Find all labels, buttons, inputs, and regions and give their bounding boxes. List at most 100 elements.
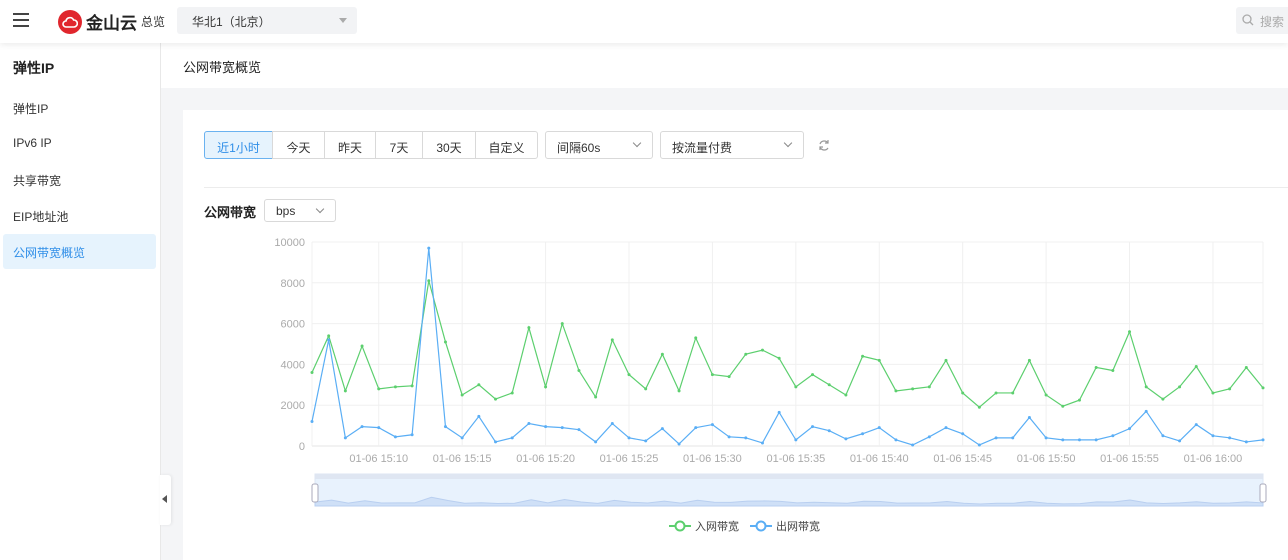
data-point	[1027, 415, 1031, 419]
data-point	[410, 433, 414, 437]
data-point	[610, 422, 614, 426]
cloud-logo-icon	[58, 9, 82, 34]
data-point	[477, 414, 481, 418]
x-tick-label: 01-06 15:30	[683, 453, 742, 465]
data-point	[944, 426, 948, 430]
series-line-in	[311, 280, 1264, 409]
data-point	[510, 436, 514, 440]
data-point	[727, 435, 731, 439]
data-point	[360, 425, 364, 429]
data-point	[1077, 398, 1081, 402]
data-point	[477, 383, 481, 387]
data-point	[694, 336, 698, 340]
data-point	[527, 326, 531, 330]
zoom-slider-handle[interactable]	[311, 483, 319, 503]
data-point	[794, 438, 798, 442]
data-point	[861, 354, 865, 358]
region-value: 华北1（北京）	[192, 15, 271, 29]
data-point	[1261, 386, 1265, 390]
data-point	[1144, 409, 1148, 413]
data-point	[494, 440, 498, 444]
search-input[interactable]: 搜索	[1236, 7, 1288, 34]
data-point	[977, 405, 981, 409]
data-point	[460, 393, 464, 397]
data-point	[677, 389, 681, 393]
data-point	[660, 352, 664, 356]
brand-name: 金山云	[86, 14, 137, 33]
data-point	[560, 426, 564, 430]
data-point	[811, 425, 815, 429]
legend-in[interactable]: 入网带宽	[669, 518, 739, 534]
data-point	[427, 246, 431, 250]
data-point	[677, 442, 681, 446]
data-point	[594, 440, 598, 444]
data-point	[1194, 364, 1198, 368]
data-point	[660, 427, 664, 431]
data-point	[1111, 434, 1115, 438]
menu-icon[interactable]	[13, 13, 29, 27]
data-point	[1228, 436, 1232, 440]
logo[interactable]: 金山云	[58, 9, 137, 34]
region-select[interactable]: 华北1（北京）	[177, 7, 357, 34]
data-point	[427, 279, 431, 283]
data-point	[577, 428, 581, 432]
x-tick-label: 01-06 15:15	[433, 453, 492, 465]
x-tick-label: 01-06 15:55	[1100, 453, 1159, 465]
data-point	[494, 397, 498, 401]
data-point	[1144, 385, 1148, 389]
data-point	[877, 358, 881, 362]
data-point	[710, 423, 714, 427]
data-point	[744, 436, 748, 440]
data-point	[827, 383, 831, 387]
data-point	[1211, 391, 1215, 395]
data-point	[911, 443, 915, 447]
data-point	[1111, 369, 1115, 373]
y-tick-label: 8000	[281, 278, 305, 290]
data-point	[560, 322, 564, 326]
data-point	[894, 389, 898, 393]
data-point	[627, 436, 631, 440]
overview-link[interactable]: 总览	[141, 13, 165, 30]
data-point	[1044, 393, 1048, 397]
data-point	[944, 358, 948, 362]
data-point	[327, 338, 331, 342]
data-point	[1244, 365, 1248, 369]
data-point	[327, 334, 331, 338]
data-point	[861, 432, 865, 436]
y-tick-label: 0	[299, 441, 305, 453]
series-line-out	[311, 248, 1264, 446]
data-point	[310, 371, 314, 375]
caret-down-icon	[339, 18, 347, 27]
bandwidth-chart: 0 2000 4000 6000 8000 10000 01-06 15:10 01-06 1…	[274, 237, 1267, 507]
y-tick-label: 6000	[281, 319, 305, 331]
data-point	[760, 441, 764, 445]
legend-out[interactable]: 出网带宽	[750, 518, 820, 534]
data-point	[1244, 440, 1248, 444]
data-point	[710, 373, 714, 377]
data-point	[377, 426, 381, 430]
data-point	[343, 389, 347, 393]
data-point	[1011, 436, 1015, 440]
data-point	[443, 425, 447, 429]
data-point	[777, 410, 781, 414]
y-tick-label: 10000	[274, 237, 305, 249]
y-tick-label: 2000	[281, 400, 305, 412]
y-tick-label: 4000	[281, 359, 305, 371]
data-point	[794, 385, 798, 389]
x-tick-label: 01-06 16:00	[1184, 453, 1243, 465]
data-point	[1011, 391, 1015, 395]
data-point	[1161, 397, 1165, 401]
x-tick-label: 01-06 15:25	[600, 453, 659, 465]
data-point	[827, 429, 831, 433]
data-point	[644, 387, 648, 391]
data-point	[1178, 385, 1182, 389]
top-bar: 金山云 总览 华北1（北京） 搜索	[0, 0, 1288, 43]
data-point	[811, 373, 815, 377]
x-tick-label: 01-06 15:10	[349, 453, 408, 465]
zoom-slider-top-bar	[315, 474, 1263, 479]
data-point	[393, 435, 397, 439]
data-point	[1061, 438, 1065, 442]
data-point	[694, 426, 698, 430]
data-point	[393, 385, 397, 389]
zoom-slider-handle[interactable]	[1259, 483, 1267, 503]
